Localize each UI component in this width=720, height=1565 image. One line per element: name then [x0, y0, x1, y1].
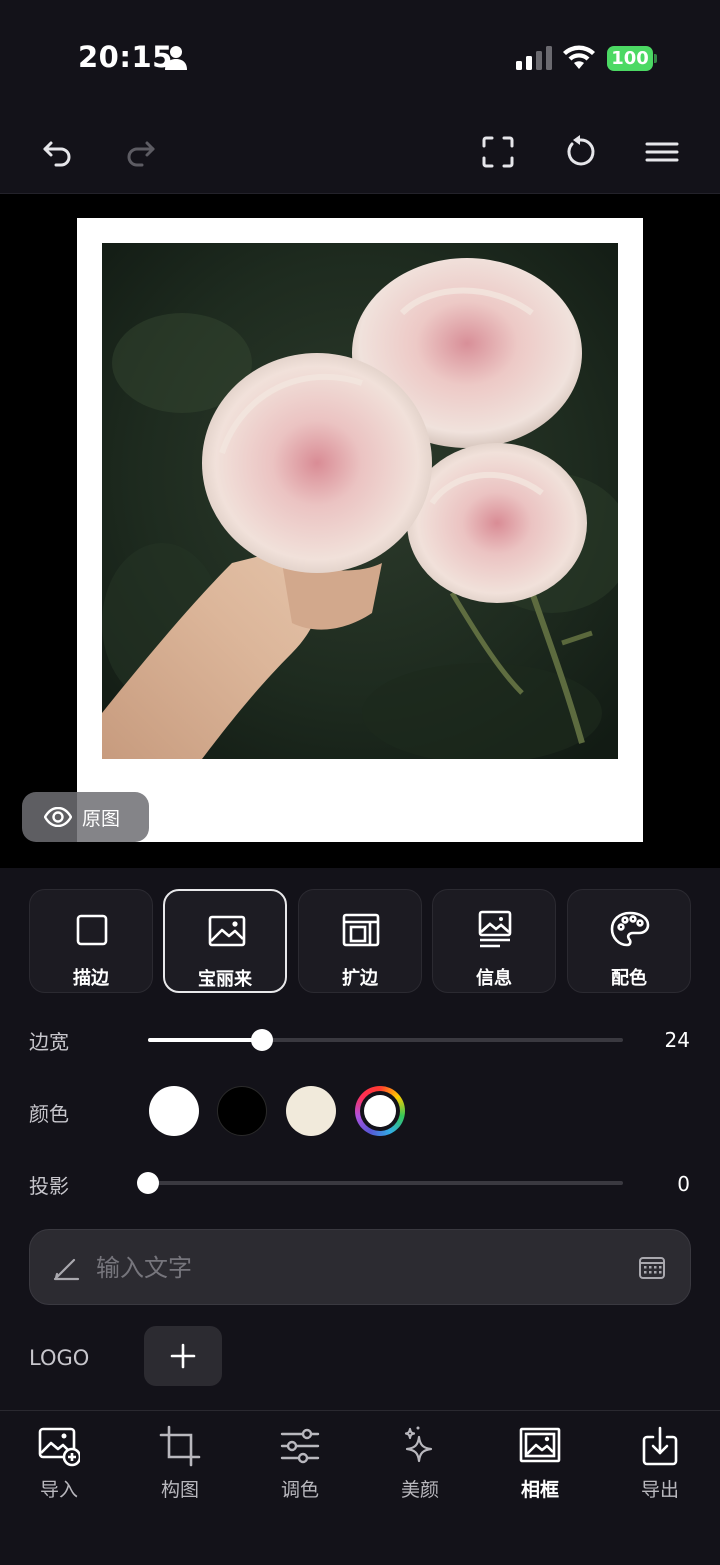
shadow-knob[interactable]: [137, 1172, 159, 1194]
tab-label: 配色: [611, 968, 647, 989]
tab-label: 扩边: [342, 968, 378, 989]
reset-icon: [567, 135, 595, 166]
swatch-white[interactable]: [149, 1086, 199, 1136]
nav-beauty[interactable]: 美颜: [370, 1425, 470, 1505]
tab-label: 信息: [476, 968, 512, 989]
tab-stroke[interactable]: 描边: [29, 889, 153, 993]
swatch-black[interactable]: [217, 1086, 267, 1136]
border-width-label: 边宽: [29, 1030, 69, 1054]
roses-photo: [102, 243, 618, 759]
shadow-value: 0: [677, 1172, 690, 1196]
polaroid-frame: [77, 218, 643, 842]
tab-label: 描边: [73, 968, 109, 989]
preview-canvas[interactable]: 原图: [0, 194, 720, 868]
swatch-cream[interactable]: [286, 1086, 336, 1136]
photo-info-icon: [478, 910, 512, 948]
redo-button[interactable]: [120, 132, 160, 172]
text-input[interactable]: [96, 1248, 616, 1288]
shadow-slider[interactable]: [137, 1172, 623, 1194]
keyboard-icon[interactable]: [638, 1254, 666, 1282]
nav-label: 导出: [640, 1479, 679, 1501]
signal-icon: [516, 46, 552, 70]
nav-adjust[interactable]: 调色: [250, 1425, 350, 1505]
square-outline-icon: [76, 914, 108, 946]
tab-label: 宝丽来: [198, 969, 252, 990]
editor-toolbar: [0, 110, 720, 194]
menu-button[interactable]: [642, 132, 682, 172]
battery-icon: 100: [607, 46, 657, 71]
palette-icon: [610, 911, 650, 947]
border-width-value: 24: [664, 1028, 690, 1052]
view-original-label: 原图: [82, 807, 121, 830]
status-time: 20:15: [78, 40, 173, 74]
nav-label: 相框: [520, 1479, 559, 1501]
adjust-sliders-icon: [280, 1428, 320, 1464]
tab-info[interactable]: 信息: [432, 889, 556, 993]
status-bar: 20:15 100: [0, 0, 720, 110]
frame-icon: [519, 1427, 561, 1463]
expand-frame-icon: [342, 913, 380, 947]
bottom-navigation: 导入 构图 调色 美颜 相框 导出: [0, 1410, 720, 1565]
eye-icon: [44, 807, 72, 827]
frame-settings-panel: 描边 宝丽来 扩边 信息 配色 边宽 24 颜色 投影 0 输入文字 LOGO: [0, 868, 720, 1410]
nav-export[interactable]: 导出: [610, 1425, 710, 1505]
nav-import[interactable]: 导入: [9, 1425, 109, 1505]
tab-polaroid[interactable]: 宝丽来: [163, 889, 287, 993]
battery-level: 100: [607, 46, 653, 71]
reset-button[interactable]: [560, 132, 600, 172]
plus-icon: [170, 1343, 196, 1369]
shadow-label: 投影: [29, 1174, 69, 1198]
preview-photo: [102, 243, 618, 759]
photo-icon: [208, 915, 246, 947]
sparkle-icon: [404, 1426, 433, 1463]
menu-icon: [645, 142, 679, 162]
text-field-container[interactable]: [29, 1229, 691, 1305]
logo-label: LOGO: [29, 1346, 90, 1370]
view-original-button[interactable]: 原图: [22, 792, 149, 842]
nav-label: 导入: [39, 1479, 78, 1501]
nav-crop[interactable]: 构图: [130, 1425, 230, 1505]
tab-color-scheme[interactable]: 配色: [567, 889, 691, 993]
nav-label: 构图: [160, 1479, 199, 1501]
undo-button[interactable]: [38, 132, 78, 172]
fullscreen-icon: [482, 136, 514, 168]
border-width-knob[interactable]: [251, 1029, 273, 1051]
export-icon: [642, 1426, 678, 1466]
nav-label: 美颜: [400, 1479, 439, 1501]
border-width-slider[interactable]: [148, 1029, 623, 1051]
undo-icon: [43, 141, 71, 167]
nav-label: 调色: [280, 1479, 319, 1501]
import-photo-icon: [38, 1427, 80, 1467]
color-label: 颜色: [29, 1102, 69, 1126]
crop-icon: [159, 1425, 201, 1467]
border-width-fill: [148, 1038, 262, 1042]
tab-expand[interactable]: 扩边: [298, 889, 422, 993]
wifi-icon: [563, 45, 595, 69]
pen-icon: [53, 1258, 80, 1281]
person-icon: [165, 46, 187, 70]
swatch-custom[interactable]: [355, 1086, 405, 1136]
nav-frame[interactable]: 相框: [490, 1425, 590, 1505]
redo-icon: [127, 141, 155, 167]
fullscreen-button[interactable]: [478, 132, 518, 172]
add-logo-button[interactable]: [144, 1326, 222, 1386]
